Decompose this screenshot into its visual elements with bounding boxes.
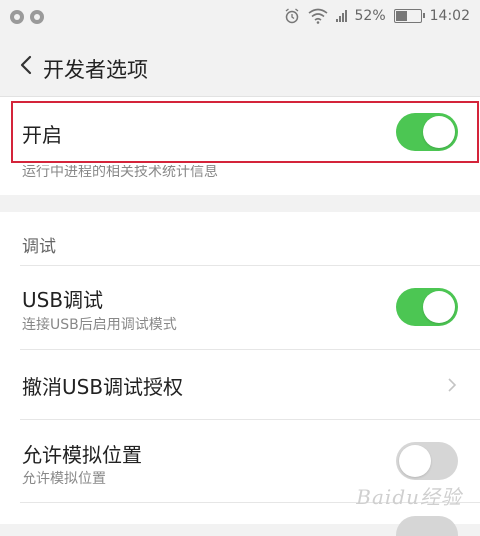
mock-location-title: 允许模拟位置 [22,443,142,467]
wifi-icon [308,8,328,24]
mock-location-switch[interactable] [396,442,458,480]
status-left-icons [10,10,44,24]
divider [20,419,480,420]
divider [20,349,480,350]
debug-section-card: 调试 USB调试 连接USB后启用调试模式 撤消USB调试授权 允许模拟位置 允… [0,212,480,536]
usb-debugging-title: USB调试 [22,288,104,312]
alarm-icon [285,8,298,24]
app-header: 开发者选项 [0,36,480,96]
switch-knob [423,291,455,323]
status-bar: 52% 14:02 [0,0,480,36]
notification-app-icon [30,10,44,24]
status-time: 14:02 [429,8,470,24]
notification-app-icon [10,10,24,24]
divider [20,265,480,266]
section-label-debug: 调试 [22,237,56,257]
usb-debugging-switch[interactable] [396,288,458,326]
battery-icon [393,9,425,23]
status-right: 52% 14:02 [284,8,470,24]
next-row-switch-partial[interactable] [396,516,458,536]
battery-fill [395,11,408,21]
usb-debugging-subtitle: 连接USB后启用调试模式 [22,317,177,333]
back-arrow-icon[interactable] [16,54,38,76]
highlight-box [11,101,479,163]
master-partial-text: 运行中进程的相关技术统计信息 [22,164,218,180]
battery-percent: 52% [354,8,386,24]
mock-location-subtitle: 允许模拟位置 [22,471,106,487]
revoke-usb-auth-title: 撤消USB调试授权 [22,375,184,399]
watermark: Baidu经验 [356,485,462,509]
signal-icon [335,10,347,22]
switch-knob [399,445,431,477]
chevron-right-icon [448,378,457,392]
page-title: 开发者选项 [43,58,148,82]
